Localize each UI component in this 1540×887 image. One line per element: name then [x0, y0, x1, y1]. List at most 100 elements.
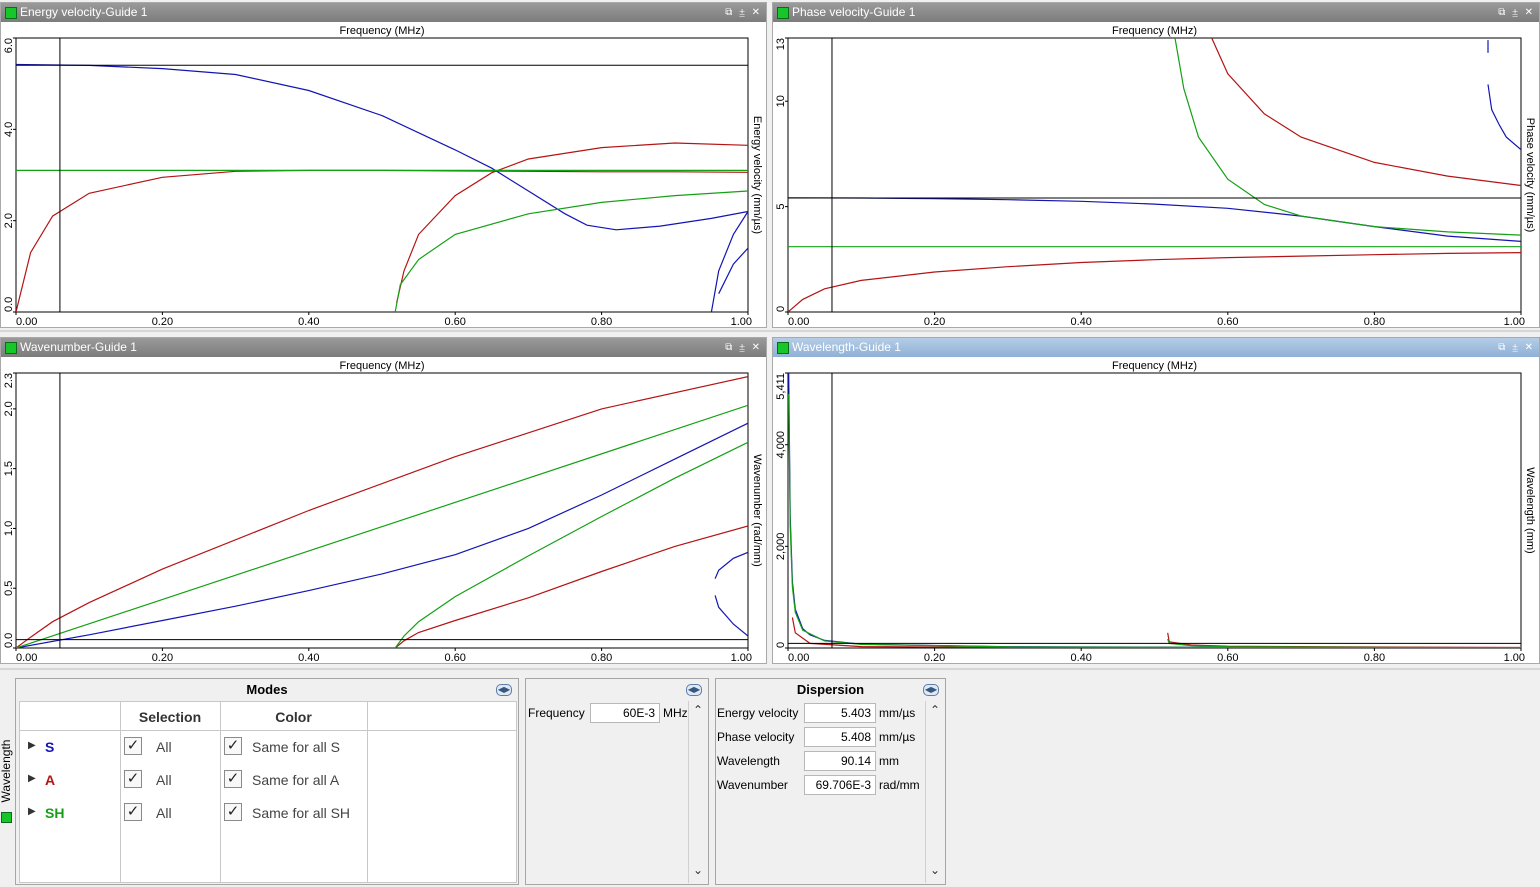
- x-tick-label: 0.20: [924, 652, 945, 663]
- close-icon[interactable]: ✕: [752, 7, 762, 18]
- close-icon[interactable]: ✕: [1525, 7, 1535, 18]
- x-tick-label: 0.80: [591, 652, 612, 663]
- y-axis-label: Wavelength (mm): [1524, 467, 1536, 553]
- y-tick-label: 13: [775, 38, 787, 50]
- expand-arrow-icon[interactable]: ▶: [28, 773, 36, 784]
- panel-color-icon: [5, 342, 17, 354]
- y-tick-label: 0.0: [3, 297, 15, 312]
- col-header-color: Color: [275, 709, 312, 725]
- x-tick-label: 1.00: [1504, 316, 1525, 327]
- selection-checkbox[interactable]: ✓: [124, 803, 142, 821]
- pin-icon[interactable]: ⩲: [739, 7, 747, 18]
- x-tick-label: 0.00: [16, 316, 37, 327]
- energy-velocity-titlebar[interactable]: Energy velocity-Guide 1 ⧉ ⩲ ✕: [1, 3, 766, 22]
- y-axis-label: Phase velocity (mm/µs): [1524, 118, 1536, 233]
- y-tick-label: 10: [775, 95, 787, 107]
- wavelength-titlebar[interactable]: Wavelength-Guide 1 ⧉ ⩲ ✕: [773, 338, 1539, 357]
- energy-velocity-label: Energy velocity: [717, 706, 799, 720]
- x-axis-label: Frequency (MHz): [340, 25, 425, 37]
- plot-frame: [15, 372, 749, 649]
- y-tick-label: 2.0: [3, 401, 15, 416]
- energy-velocity-value[interactable]: 5.403: [804, 703, 876, 723]
- wavenumber-unit: rad/mm: [879, 778, 920, 792]
- phase-velocity-value[interactable]: 5.408: [804, 727, 876, 747]
- x-tick-label: 0.60: [1217, 316, 1238, 327]
- x-tick-label: 0.20: [152, 652, 173, 663]
- color-label: Same for all SH: [252, 805, 351, 821]
- pin-icon[interactable]: ⩲: [1512, 7, 1520, 18]
- mode-row-a[interactable]: ▶ A ✓ All ✓ Same for all A: [20, 767, 516, 797]
- panel-color-icon: [777, 7, 789, 19]
- phase-velocity-chart[interactable]: Frequency (MHz) Phase velocity (mm/µs) 0.0…: [773, 22, 1539, 327]
- expand-arrow-icon[interactable]: ▶: [28, 740, 36, 751]
- frequency-unit: MHz: [663, 706, 688, 720]
- wavelength-value[interactable]: 90.14: [804, 751, 876, 771]
- x-tick-label: 0.40: [298, 652, 319, 663]
- phase-velocity-panel: Phase velocity-Guide 1 ⧉ ⩲ ✕ Frequency (…: [772, 2, 1540, 328]
- color-checkbox[interactable]: ✓: [224, 770, 242, 788]
- panel-title: Energy velocity-Guide 1: [20, 5, 148, 19]
- panel-title: Wavenumber-Guide 1: [20, 340, 137, 354]
- x-tick-label: 1.00: [731, 652, 752, 663]
- color-checkbox[interactable]: ✓: [224, 803, 242, 821]
- wavenumber-value[interactable]: 69.706E-3: [804, 775, 876, 795]
- y-tick-label: 5: [775, 204, 787, 210]
- energy-velocity-panel: Energy velocity-Guide 1 ⧉ ⩲ ✕ Frequency …: [0, 2, 767, 328]
- expand-arrow-icon[interactable]: ▶: [28, 806, 36, 817]
- mode-label-a: A: [45, 772, 56, 788]
- restore-icon[interactable]: ⧉: [725, 342, 734, 353]
- panel-title: Phase velocity-Guide 1: [792, 5, 916, 19]
- wavelength-unit: mm: [879, 754, 899, 768]
- x-tick-label: 0.80: [1364, 316, 1385, 327]
- scroll-up-icon[interactable]: ⌃: [930, 703, 940, 717]
- pin-icon[interactable]: ⩲: [739, 342, 747, 353]
- frequency-input[interactable]: 60E-3: [590, 703, 660, 723]
- side-tab-color-icon: [1, 812, 12, 823]
- expand-toggle-icon[interactable]: ◀▶: [923, 684, 939, 696]
- y-tick-label: 2,000: [775, 533, 787, 561]
- wavelength-chart[interactable]: Frequency (MHz) Wavelength (mm) 0.00 0.20 0.…: [773, 357, 1539, 663]
- restore-icon[interactable]: ⧉: [725, 7, 734, 18]
- restore-icon[interactable]: ⧉: [1498, 342, 1507, 353]
- phase-velocity-label: Phase velocity: [717, 730, 795, 744]
- close-icon[interactable]: ✕: [752, 342, 762, 353]
- color-checkbox[interactable]: ✓: [224, 737, 242, 755]
- selection-checkbox[interactable]: ✓: [124, 737, 142, 755]
- wavenumber-chart[interactable]: Frequency (MHz) Wavenumber (rad/mm) 0.00 0.…: [1, 357, 766, 663]
- y-tick-label: 1.0: [3, 521, 15, 536]
- x-tick-label: 0.60: [444, 652, 465, 663]
- mode-row-sh[interactable]: ▶ SH ✓ All ✓ Same for all SH: [20, 800, 516, 830]
- phase-velocity-titlebar[interactable]: Phase velocity-Guide 1 ⧉ ⩲ ✕: [773, 3, 1539, 22]
- energy-velocity-chart[interactable]: Frequency (MHz) Energy velocity (mm/µs) 0.…: [1, 22, 766, 327]
- scroll-up-icon[interactable]: ⌃: [693, 703, 703, 717]
- bottom-splitter[interactable]: [0, 668, 1540, 670]
- dispersion-scrollbar[interactable]: ⌃ ⌄: [925, 701, 945, 883]
- frequency-scrollbar[interactable]: ⌃ ⌄: [688, 701, 708, 883]
- x-tick-label: 1.00: [731, 316, 752, 327]
- wavenumber-titlebar[interactable]: Wavenumber-Guide 1 ⧉ ⩲ ✕: [1, 338, 766, 357]
- x-tick-label: 1.00: [1504, 652, 1525, 663]
- panel-color-icon: [777, 342, 789, 354]
- pin-icon[interactable]: ⩲: [1512, 342, 1520, 353]
- frequency-header: ◀▶: [526, 679, 708, 701]
- wavelength-panel: Wavelength-Guide 1 ⧉ ⩲ ✕ Frequency (MHz)…: [772, 337, 1540, 664]
- scroll-down-icon[interactable]: ⌄: [693, 863, 703, 877]
- expand-toggle-icon[interactable]: ◀▶: [496, 684, 512, 696]
- dispersion-title: Dispersion: [796, 682, 865, 697]
- restore-icon[interactable]: ⧉: [1498, 7, 1507, 18]
- selection-checkbox[interactable]: ✓: [124, 770, 142, 788]
- y-tick-label: 4,000: [775, 431, 787, 459]
- scroll-down-icon[interactable]: ⌄: [930, 863, 940, 877]
- dispersion-panel: Dispersion ◀▶ Energy velocity 5.403 mm/µ…: [715, 678, 946, 885]
- horizontal-splitter[interactable]: [0, 330, 1540, 332]
- dispersion-header: Dispersion ◀▶: [716, 679, 945, 701]
- expand-toggle-icon[interactable]: ◀▶: [686, 684, 702, 696]
- x-tick-label: 0.40: [298, 316, 319, 327]
- wavenumber-label: Wavenumber: [717, 778, 788, 792]
- x-tick-label: 0.40: [1070, 316, 1091, 327]
- side-tab-wavelength[interactable]: Wavelength: [0, 728, 13, 824]
- close-icon[interactable]: ✕: [1525, 342, 1535, 353]
- mode-row-s[interactable]: ▶ S ✓ All ✓ Same for all S: [20, 734, 516, 764]
- modes-title: Modes: [246, 682, 288, 697]
- mode-label-sh: SH: [45, 805, 65, 821]
